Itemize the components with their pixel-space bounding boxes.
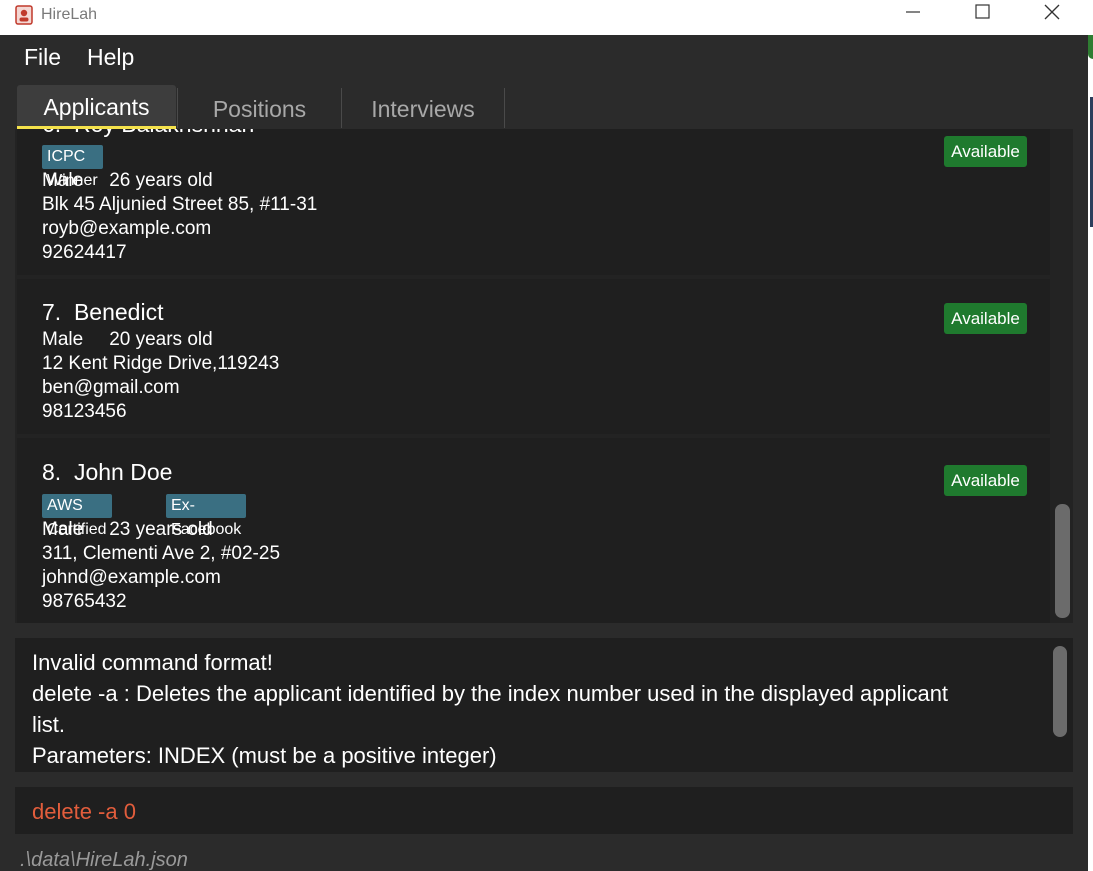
applicant-card[interactable]: 8. John Doe AWS Certified Ex-Facebook Ma… (17, 438, 1050, 623)
title-bar: HireLah (0, 0, 1093, 35)
result-line: Parameters: INDEX (must be a positive in… (32, 743, 497, 768)
applicant-name: 6. Roy Balakrishnan (42, 129, 254, 138)
applicant-gender-age: Male 23 years old (42, 519, 213, 540)
applicant-list-scrollbar[interactable] (1055, 504, 1070, 618)
tag: Ex-Facebook (166, 494, 247, 538)
menu-bar: File Help (0, 35, 1088, 81)
menu-file[interactable]: File (24, 44, 61, 71)
result-line: Invalid command format! (32, 650, 273, 675)
applicant-gender-age: Male 26 years old (42, 170, 213, 191)
applicant-card[interactable]: 7. Benedict Male 20 years old 12 Kent Rid… (17, 279, 1050, 434)
result-display: Invalid command format! delete -a : Dele… (15, 638, 1073, 772)
applicant-card[interactable]: 6. Roy Balakrishnan ICPC Winner Male26 y… (17, 129, 1050, 275)
result-line: delete -a : Deletes the applicant identi… (32, 681, 949, 706)
hirelah-logo-icon (15, 5, 33, 25)
command-box[interactable]: delete -a 0 (15, 787, 1073, 834)
applicant-phone: 98765432 (42, 591, 127, 612)
menu-help[interactable]: Help (87, 44, 134, 71)
status-badge: Available (944, 136, 1027, 167)
status-badge: Available (944, 303, 1027, 334)
tag: ICPC Winner (42, 145, 103, 189)
background-window-strip (1088, 35, 1093, 871)
tab-applicants[interactable]: Applicants (17, 85, 176, 129)
tab-separator (504, 88, 505, 128)
tag: AWS Certified (42, 494, 112, 538)
app-window: File Help Applicants Positions Interview… (0, 35, 1088, 871)
result-scrollbar[interactable] (1053, 646, 1067, 737)
applicant-address: Blk 45 Aljunied Street 85, #11-31 (42, 194, 318, 215)
background-window-accent (1088, 35, 1093, 59)
applicant-email: ben@gmail.com (42, 377, 180, 398)
minimize-icon[interactable] (878, 0, 948, 30)
applicant-phone: 92624417 (42, 242, 127, 263)
close-icon[interactable] (1018, 0, 1088, 30)
maximize-icon[interactable] (948, 0, 1018, 30)
window-title: HireLah (41, 6, 98, 23)
applicant-email: johnd@example.com (42, 567, 221, 588)
applicant-name: 8. John Doe (42, 459, 173, 485)
applicant-address: 311, Clementi Ave 2, #02-25 (42, 543, 281, 564)
applicant-name: 7. Benedict (42, 299, 164, 325)
applicant-gender-age: Male 20 years old (42, 329, 213, 350)
result-line: list. (32, 712, 65, 737)
applicant-address: 12 Kent Ridge Drive,119243 (42, 353, 280, 374)
status-bar-path: .\data\HireLah.json (20, 849, 188, 871)
tab-interviews[interactable]: Interviews (342, 85, 504, 129)
applicant-email: royb@example.com (42, 218, 212, 239)
applicant-list[interactable]: 6. Roy Balakrishnan ICPC Winner Male26 y… (15, 129, 1073, 623)
tab-positions[interactable]: Positions (178, 85, 341, 129)
status-badge: Available (944, 465, 1027, 496)
tab-bar: Applicants Positions Interviews (0, 85, 1088, 129)
applicant-phone: 98123456 (42, 401, 127, 422)
command-input[interactable]: delete -a 0 (32, 799, 136, 825)
